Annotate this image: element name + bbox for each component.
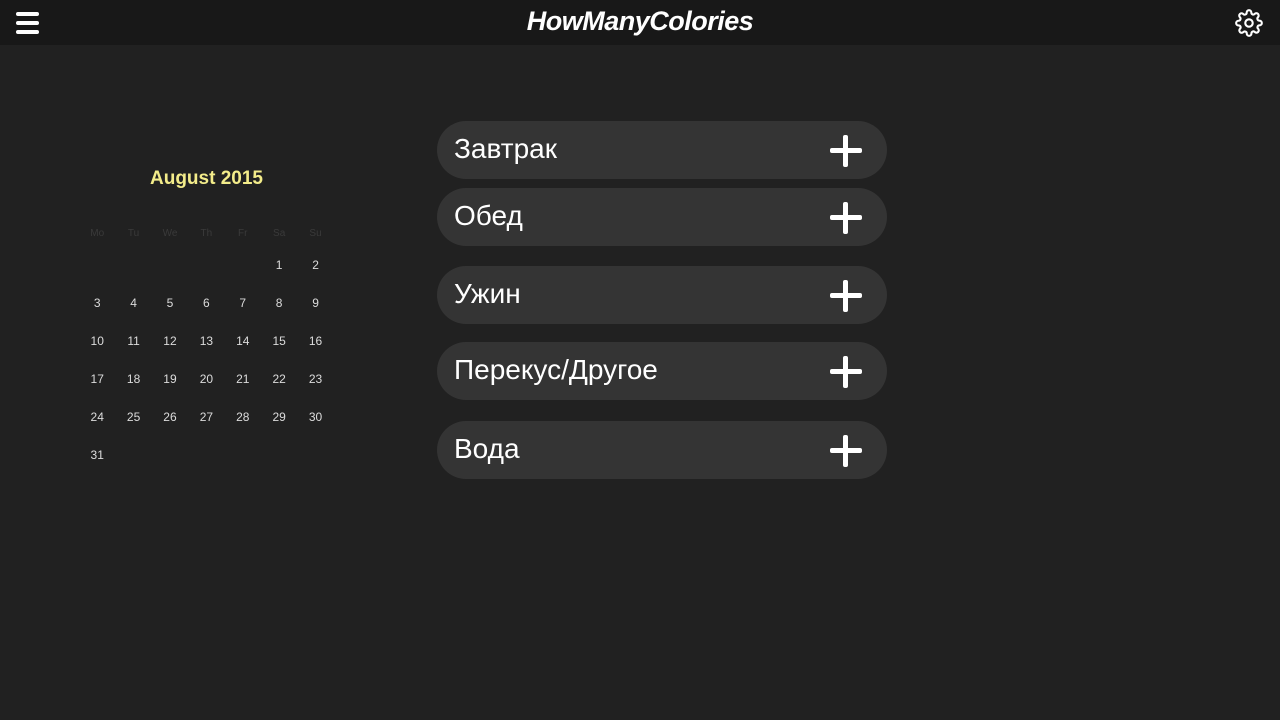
calendar-day[interactable]: 30 bbox=[297, 410, 333, 448]
meal-label: Вода bbox=[454, 433, 520, 464]
calendar-day[interactable]: 19 bbox=[152, 372, 188, 410]
calendar-day[interactable]: 2 bbox=[297, 258, 333, 296]
calendar-day[interactable]: 16 bbox=[297, 334, 333, 372]
weekday-label: Sa bbox=[273, 228, 286, 239]
calendar-day[interactable]: 12 bbox=[152, 334, 188, 372]
calendar: August 2015 Mo Tu We Th Fr Sa Su 1 2 3 4 5 6 7 8 9 10 11… bbox=[79, 160, 334, 480]
meal-button-breakfast[interactable]: Завтрак bbox=[437, 121, 887, 179]
plus-icon[interactable] bbox=[830, 202, 862, 234]
meal-label: Перекус/Другое bbox=[454, 354, 658, 385]
weekday-label: We bbox=[162, 228, 178, 239]
calendar-month-title: August 2015 bbox=[150, 168, 263, 189]
meal-button-snack[interactable]: Перекус/Другое bbox=[437, 342, 887, 400]
plus-icon[interactable] bbox=[830, 280, 862, 312]
weekday-label: Mo bbox=[90, 228, 105, 239]
calendar-day[interactable]: 24 bbox=[79, 410, 115, 448]
top-app-bar: HowManyColories bbox=[0, 0, 1280, 45]
calendar-day[interactable]: 7 bbox=[225, 296, 261, 334]
weekday-label: Tu bbox=[127, 228, 140, 239]
calendar-day[interactable]: 25 bbox=[115, 410, 151, 448]
calendar-empty-cell bbox=[225, 258, 261, 296]
plus-icon[interactable] bbox=[830, 356, 862, 388]
calendar-day[interactable]: 13 bbox=[188, 334, 224, 372]
calendar-day[interactable]: 1 bbox=[261, 258, 297, 296]
calendar-day[interactable]: 18 bbox=[115, 372, 151, 410]
meal-button-dinner[interactable]: Ужин bbox=[437, 266, 887, 324]
gear-icon[interactable] bbox=[1235, 9, 1263, 37]
calendar-empty-cell bbox=[79, 258, 115, 296]
meal-label: Ужин bbox=[454, 278, 521, 309]
calendar-day[interactable]: 26 bbox=[152, 410, 188, 448]
meal-label: Обед bbox=[454, 200, 523, 231]
calendar-day[interactable]: 23 bbox=[297, 372, 333, 410]
calendar-day[interactable]: 15 bbox=[261, 334, 297, 372]
calendar-empty-cell bbox=[188, 258, 224, 296]
meal-button-water[interactable]: Вода bbox=[437, 421, 887, 479]
calendar-day[interactable]: 27 bbox=[188, 410, 224, 448]
calendar-day[interactable]: 6 bbox=[188, 296, 224, 334]
calendar-empty-cell bbox=[115, 258, 151, 296]
calendar-day[interactable]: 21 bbox=[225, 372, 261, 410]
calendar-day[interactable]: 28 bbox=[225, 410, 261, 448]
calendar-day[interactable]: 17 bbox=[79, 372, 115, 410]
calendar-day-grid: 1 2 3 4 5 6 7 8 9 10 11 12 13 14 15 16 17 18 19 20 21 22 23 24 2… bbox=[79, 258, 334, 486]
calendar-day[interactable]: 31 bbox=[79, 448, 115, 486]
calendar-day[interactable]: 8 bbox=[261, 296, 297, 334]
calendar-day[interactable]: 14 bbox=[225, 334, 261, 372]
meal-label: Завтрак bbox=[454, 133, 557, 164]
plus-icon[interactable] bbox=[830, 435, 862, 467]
weekday-label: Su bbox=[309, 228, 322, 239]
calendar-day[interactable]: 4 bbox=[115, 296, 151, 334]
app-title: HowManyColories bbox=[526, 6, 754, 36]
calendar-day[interactable]: 10 bbox=[79, 334, 115, 372]
calendar-empty-cell bbox=[152, 258, 188, 296]
calendar-day[interactable]: 5 bbox=[152, 296, 188, 334]
calendar-day[interactable]: 22 bbox=[261, 372, 297, 410]
calendar-day[interactable]: 9 bbox=[297, 296, 333, 334]
calendar-day[interactable]: 11 bbox=[115, 334, 151, 372]
calendar-day[interactable]: 3 bbox=[79, 296, 115, 334]
calendar-weekday-header: Mo Tu We Th Fr Sa Su bbox=[79, 228, 334, 239]
plus-icon[interactable] bbox=[830, 135, 862, 167]
meal-button-lunch[interactable]: Обед bbox=[437, 188, 887, 246]
calendar-day[interactable]: 29 bbox=[261, 410, 297, 448]
weekday-label: Fr bbox=[238, 228, 248, 239]
weekday-label: Th bbox=[200, 228, 213, 239]
calendar-day[interactable]: 20 bbox=[188, 372, 224, 410]
